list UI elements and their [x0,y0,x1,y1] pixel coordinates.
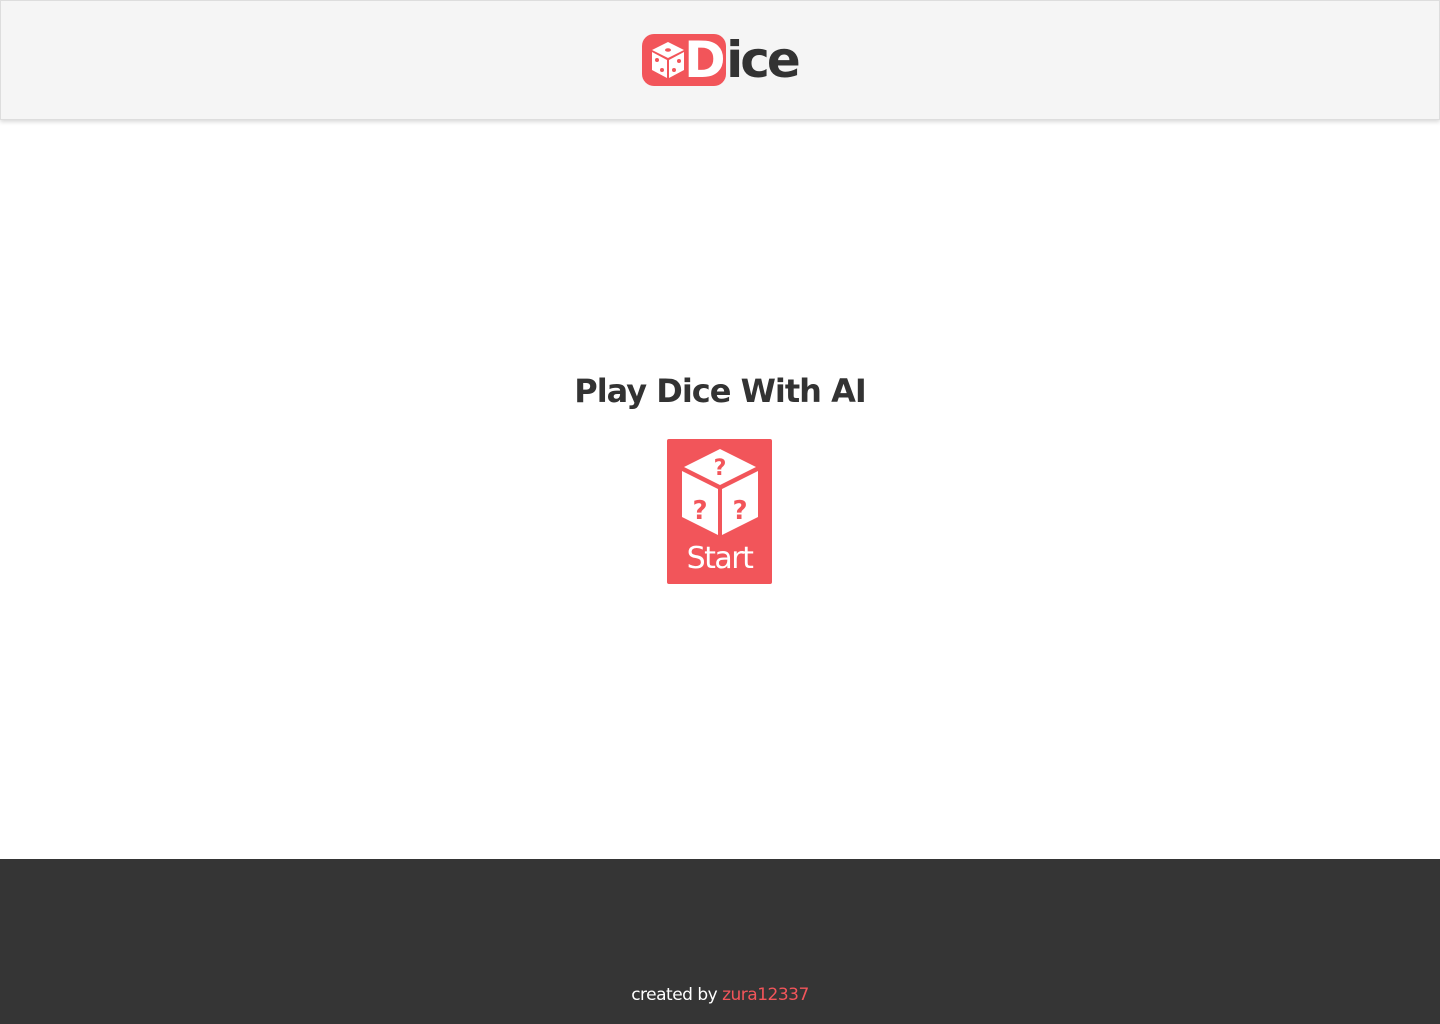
svg-text:?: ? [732,496,747,526]
header: D ice [0,0,1440,120]
svg-text:?: ? [692,496,707,526]
mystery-dice-icon: ? ? ? [681,449,758,535]
svg-text:?: ? [713,456,726,481]
logo[interactable]: D ice [642,31,801,89]
footer-credit: created by zura12337 [0,985,1440,1005]
start-button[interactable]: ? ? ? Start [667,439,772,584]
logo-text-first-letter: D [684,31,725,89]
start-button-label: Start [686,541,754,576]
logo-text-rest: ice [726,31,801,89]
page-title: Play Dice With AI [574,372,867,410]
credit-prefix: created by [631,985,718,1005]
author-link[interactable]: zura12337 [722,985,809,1005]
logo-badge: D [642,31,727,89]
